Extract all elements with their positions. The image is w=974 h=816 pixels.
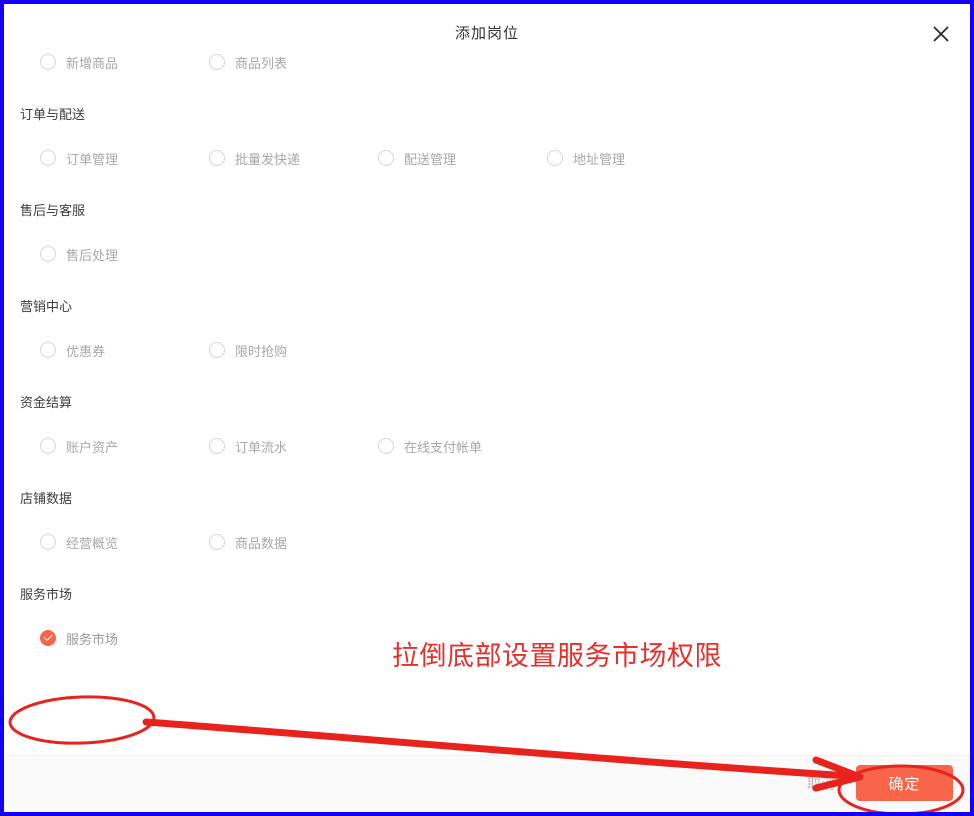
permission-group-title: 资金结算 bbox=[20, 395, 73, 410]
permission-group-settlement: 资金结算 账户资产 订单流水 在线支付帐单 bbox=[4, 394, 970, 470]
permission-group-items: 服务市场 bbox=[4, 616, 970, 662]
permission-item-order-transactions[interactable]: 订单流水 bbox=[209, 434, 287, 458]
permission-item-business-overview[interactable]: 经营概览 bbox=[40, 530, 118, 554]
permission-group-items: 订单管理 批量发快递 配送管理 地址管理 bbox=[4, 136, 970, 182]
permission-item-label: 地址管理 bbox=[573, 151, 626, 167]
permission-item-label: 批量发快递 bbox=[235, 151, 301, 167]
close-icon[interactable] bbox=[928, 21, 954, 47]
radio-icon[interactable] bbox=[378, 150, 394, 166]
radio-icon[interactable] bbox=[378, 438, 394, 454]
permission-item-product-list[interactable]: 商品列表 bbox=[209, 54, 287, 74]
radio-icon[interactable] bbox=[40, 150, 56, 166]
permission-group-orders: 订单与配送 订单管理 批量发快递 配送管理 地址管理 bbox=[4, 106, 970, 182]
screenshot-frame: 添加岗位 新增商品 商品列表 订单与配送 订单管理 批量发快递 配送管理 地址管… bbox=[0, 0, 974, 816]
permission-group-title: 售后与客服 bbox=[20, 203, 86, 218]
permission-group-title: 订单与配送 bbox=[20, 107, 86, 122]
permission-item-delivery-management[interactable]: 配送管理 bbox=[378, 146, 456, 170]
radio-icon[interactable] bbox=[209, 150, 225, 166]
permission-item-label: 优惠券 bbox=[66, 343, 106, 359]
permission-group-items: 账户资产 订单流水 在线支付帐单 bbox=[4, 424, 970, 470]
permission-item-new-product[interactable]: 新增商品 bbox=[40, 54, 118, 74]
permission-item-label: 订单流水 bbox=[235, 439, 288, 455]
permission-group-title: 营销中心 bbox=[20, 299, 73, 314]
permission-item-service-market[interactable]: 服务市场 bbox=[40, 626, 118, 650]
permission-item-label: 经营概览 bbox=[66, 535, 119, 551]
cancel-button[interactable]: 取消 bbox=[807, 770, 835, 798]
permission-group-items: 优惠券 限时抢购 bbox=[4, 328, 970, 374]
permission-group-store-data: 店铺数据 经营概览 商品数据 bbox=[4, 490, 970, 566]
permission-item-label: 商品数据 bbox=[235, 535, 288, 551]
permission-item-label: 在线支付帐单 bbox=[404, 439, 483, 455]
check-circle-icon[interactable] bbox=[40, 630, 56, 646]
radio-icon[interactable] bbox=[40, 246, 56, 262]
permission-item-account-assets[interactable]: 账户资产 bbox=[40, 434, 118, 458]
permission-item-batch-shipping[interactable]: 批量发快递 bbox=[209, 146, 300, 170]
permission-group-products: 新增商品 商品列表 bbox=[4, 54, 970, 86]
permission-item-label: 账户资产 bbox=[66, 439, 119, 455]
permission-item-label: 订单管理 bbox=[66, 151, 119, 167]
add-position-dialog: 添加岗位 新增商品 商品列表 订单与配送 订单管理 批量发快递 配送管理 地址管… bbox=[4, 4, 970, 812]
radio-icon[interactable] bbox=[209, 438, 225, 454]
radio-icon[interactable] bbox=[40, 438, 56, 454]
permission-item-product-data[interactable]: 商品数据 bbox=[209, 530, 287, 554]
permission-item-address-management[interactable]: 地址管理 bbox=[547, 146, 625, 170]
permission-group-marketing: 营销中心 优惠券 限时抢购 bbox=[4, 298, 970, 374]
confirm-button[interactable]: 确定 bbox=[856, 765, 953, 801]
permission-item-label: 售后处理 bbox=[66, 247, 119, 263]
radio-icon[interactable] bbox=[40, 534, 56, 550]
permission-group-items: 新增商品 商品列表 bbox=[4, 54, 970, 86]
permission-item-label: 限时抢购 bbox=[235, 343, 288, 359]
permission-item-aftersales-handling[interactable]: 售后处理 bbox=[40, 242, 118, 266]
permission-group-title: 服务市场 bbox=[20, 587, 73, 602]
radio-icon[interactable] bbox=[209, 534, 225, 550]
permission-item-label: 配送管理 bbox=[404, 151, 457, 167]
radio-icon[interactable] bbox=[209, 342, 225, 358]
permission-item-label: 服务市场 bbox=[66, 631, 119, 647]
permission-group-items: 经营概览 商品数据 bbox=[4, 520, 970, 566]
permission-group-items: 售后处理 bbox=[4, 232, 970, 278]
permission-item-label: 商品列表 bbox=[235, 55, 288, 71]
radio-icon[interactable] bbox=[209, 54, 225, 70]
permission-item-online-payment-bill[interactable]: 在线支付帐单 bbox=[378, 434, 482, 458]
permission-item-flash-sale[interactable]: 限时抢购 bbox=[209, 338, 287, 362]
dialog-header: 添加岗位 bbox=[4, 4, 970, 54]
dialog-footer: 取消 确定 bbox=[4, 755, 970, 812]
permission-group-aftersales: 售后与客服 售后处理 bbox=[4, 202, 970, 278]
radio-icon[interactable] bbox=[547, 150, 563, 166]
permission-group-title: 店铺数据 bbox=[20, 491, 73, 506]
permission-item-order-management[interactable]: 订单管理 bbox=[40, 146, 118, 170]
permission-item-label: 新增商品 bbox=[66, 55, 119, 71]
permission-group-service-market: 服务市场 服务市场 bbox=[4, 586, 970, 662]
permissions-list[interactable]: 新增商品 商品列表 订单与配送 订单管理 批量发快递 配送管理 地址管理 售后与… bbox=[4, 54, 970, 759]
radio-icon[interactable] bbox=[40, 342, 56, 358]
permission-item-coupon[interactable]: 优惠券 bbox=[40, 338, 105, 362]
radio-icon[interactable] bbox=[40, 54, 56, 70]
